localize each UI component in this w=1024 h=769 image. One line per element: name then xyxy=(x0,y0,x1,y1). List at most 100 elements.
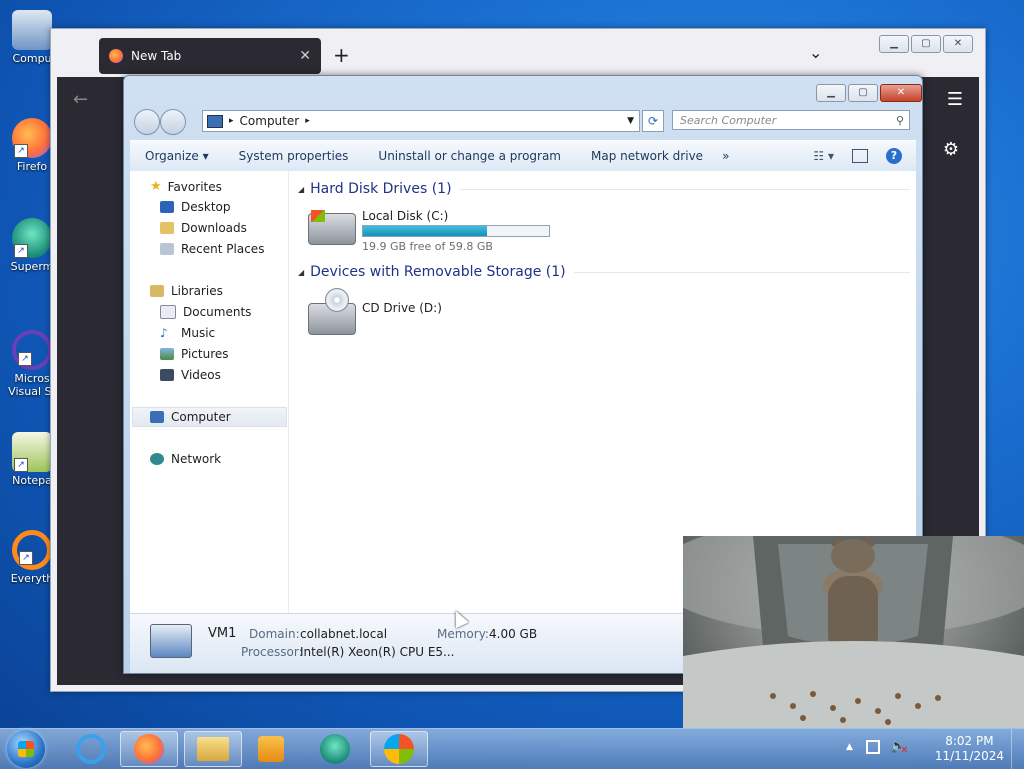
close-tab-icon[interactable]: ✕ xyxy=(299,48,311,64)
nav-music[interactable]: ♪ Music xyxy=(160,326,215,340)
windows-logo-icon xyxy=(311,210,325,222)
nav-favorites[interactable]: ★ Favorites xyxy=(150,179,222,194)
nav-label: Computer xyxy=(171,410,231,424)
drive-local-disk-c[interactable]: Local Disk (C:) 19.9 GB free of 59.8 GB xyxy=(304,203,564,253)
taskbar-media-player[interactable] xyxy=(242,731,300,767)
minimize-button[interactable]: ▁ xyxy=(879,35,909,53)
windows-logo-icon xyxy=(18,741,34,757)
drive-cd-d[interactable]: CD Drive (D:) xyxy=(304,287,504,335)
back-arrow-icon[interactable]: ← xyxy=(73,89,88,110)
more-commands-button[interactable]: » xyxy=(718,149,733,163)
search-input[interactable]: Search Computer ⚲ xyxy=(672,110,910,130)
pictures-icon xyxy=(160,348,174,360)
help-icon[interactable]: ? xyxy=(886,148,902,164)
taskbar-windows-explorer[interactable] xyxy=(184,731,242,767)
nav-pictures[interactable]: Pictures xyxy=(160,347,229,361)
close-button[interactable]: ✕ xyxy=(943,35,973,53)
nav-recent-places[interactable]: Recent Places xyxy=(160,242,264,256)
desktop-icon-label: Compu xyxy=(12,52,52,65)
desktop-icon-label: Notepa xyxy=(12,474,52,487)
map-network-drive-button[interactable]: Map network drive xyxy=(576,149,718,163)
internet-explorer-icon xyxy=(76,734,106,764)
supermium-icon xyxy=(320,734,350,764)
nav-documents[interactable]: Documents xyxy=(160,305,251,319)
taskbar-firefox[interactable] xyxy=(120,731,178,767)
tab-title: New Tab xyxy=(131,49,182,63)
tab-new-tab[interactable]: New Tab ✕ xyxy=(99,38,321,74)
nav-desktop[interactable]: Desktop xyxy=(160,200,231,214)
shortcut-arrow-icon: ↗ xyxy=(19,551,33,565)
shortcut-arrow-icon: ↗ xyxy=(14,458,28,472)
nav-downloads[interactable]: Downloads xyxy=(160,221,247,235)
desktop-icon-label: Everyth xyxy=(10,572,54,585)
gear-icon[interactable]: ⚙ xyxy=(943,139,959,160)
desktop-icon xyxy=(160,201,174,213)
domain-value: collabnet.local xyxy=(300,627,388,641)
organize-button[interactable]: Organize ▾ xyxy=(130,149,224,163)
everything-search-icon: ↗ xyxy=(12,530,52,570)
address-dropdown-icon[interactable]: ▼ xyxy=(627,116,634,126)
drive-free-space: 19.9 GB free of 59.8 GB xyxy=(362,240,493,253)
videos-icon xyxy=(160,369,174,381)
address-separator[interactable]: ▸ xyxy=(305,116,310,126)
show-desktop-button[interactable] xyxy=(1011,729,1024,769)
back-button[interactable] xyxy=(134,109,160,135)
forward-button[interactable] xyxy=(160,109,186,135)
address-row: ▸ Computer ▸ ▼ ⟳ Search Computer ⚲ xyxy=(132,108,914,135)
menu-icon[interactable]: ☰ xyxy=(947,89,963,110)
nav-label: Network xyxy=(171,452,222,466)
recent-places-icon xyxy=(160,243,174,255)
maximize-button[interactable]: ▢ xyxy=(911,35,941,53)
clock-date: 11/11/2024 xyxy=(934,749,1004,763)
taskbar-internet-explorer[interactable] xyxy=(62,731,120,767)
visual-studio-icon: ↗ xyxy=(12,330,52,370)
notepad-plus-plus-icon: ↗ xyxy=(12,432,52,472)
change-view-icon[interactable]: ☷ ▾ xyxy=(813,149,834,163)
system-properties-button[interactable]: System properties xyxy=(224,149,364,163)
nav-network[interactable]: Network xyxy=(150,452,221,466)
firefox-icon xyxy=(109,49,123,63)
windows-logo-icon xyxy=(384,734,414,764)
nav-libraries[interactable]: Libraries xyxy=(150,284,223,298)
network-tray-icon[interactable] xyxy=(866,740,880,754)
close-button[interactable]: ✕ xyxy=(880,84,922,102)
memory-value: 4.00 GB xyxy=(489,627,538,641)
processor-value: Intel(R) Xeon(R) CPU E5... xyxy=(300,645,455,659)
nav-computer[interactable]: Computer xyxy=(150,410,231,424)
collapse-triangle-icon[interactable]: ◢ xyxy=(298,185,304,194)
show-hidden-icons-button[interactable]: ▲ xyxy=(846,742,853,752)
group-divider xyxy=(459,188,910,190)
group-divider xyxy=(573,271,910,273)
uninstall-program-button[interactable]: Uninstall or change a program xyxy=(363,149,576,163)
supermium-icon: ↗ xyxy=(12,218,52,258)
media-player-icon xyxy=(258,736,284,762)
group-header-removable-storage[interactable]: ◢ Devices with Removable Storage (1) xyxy=(298,264,910,280)
minimize-button[interactable]: ▁ xyxy=(816,84,846,102)
nav-label: Favorites xyxy=(167,179,222,194)
nav-label: Libraries xyxy=(171,284,223,298)
list-all-tabs-button[interactable]: ⌄ xyxy=(809,43,822,62)
nav-label: Videos xyxy=(181,368,221,382)
nav-videos[interactable]: Videos xyxy=(160,368,221,382)
music-icon: ♪ xyxy=(160,326,168,340)
taskbar-windows-app[interactable] xyxy=(370,731,428,767)
computer-name: VM1 xyxy=(208,626,237,641)
address-separator[interactable]: ▸ xyxy=(229,116,234,126)
group-header-hard-disk-drives[interactable]: ◢ Hard Disk Drives (1) xyxy=(298,181,910,197)
breadcrumb-computer[interactable]: Computer xyxy=(240,114,300,128)
command-bar: Organize ▾ System properties Uninstall o… xyxy=(130,140,916,171)
domain-label: Domain: xyxy=(249,627,300,641)
new-tab-button[interactable]: + xyxy=(333,43,350,67)
preview-pane-icon[interactable] xyxy=(852,149,868,163)
computer-icon xyxy=(12,10,52,50)
system-clock[interactable]: 8:02 PM 11/11/2024 xyxy=(935,734,1004,764)
start-button[interactable] xyxy=(7,730,45,768)
refresh-icon[interactable]: ⟳ xyxy=(642,110,664,132)
maximize-button[interactable]: ▢ xyxy=(848,84,878,102)
collapse-triangle-icon[interactable]: ◢ xyxy=(298,268,304,277)
nav-label: Music xyxy=(181,326,216,340)
address-bar[interactable]: ▸ Computer ▸ ▼ xyxy=(202,110,640,132)
computer-icon xyxy=(207,114,223,128)
search-icon[interactable]: ⚲ xyxy=(896,114,904,127)
taskbar-supermium[interactable] xyxy=(306,731,364,767)
